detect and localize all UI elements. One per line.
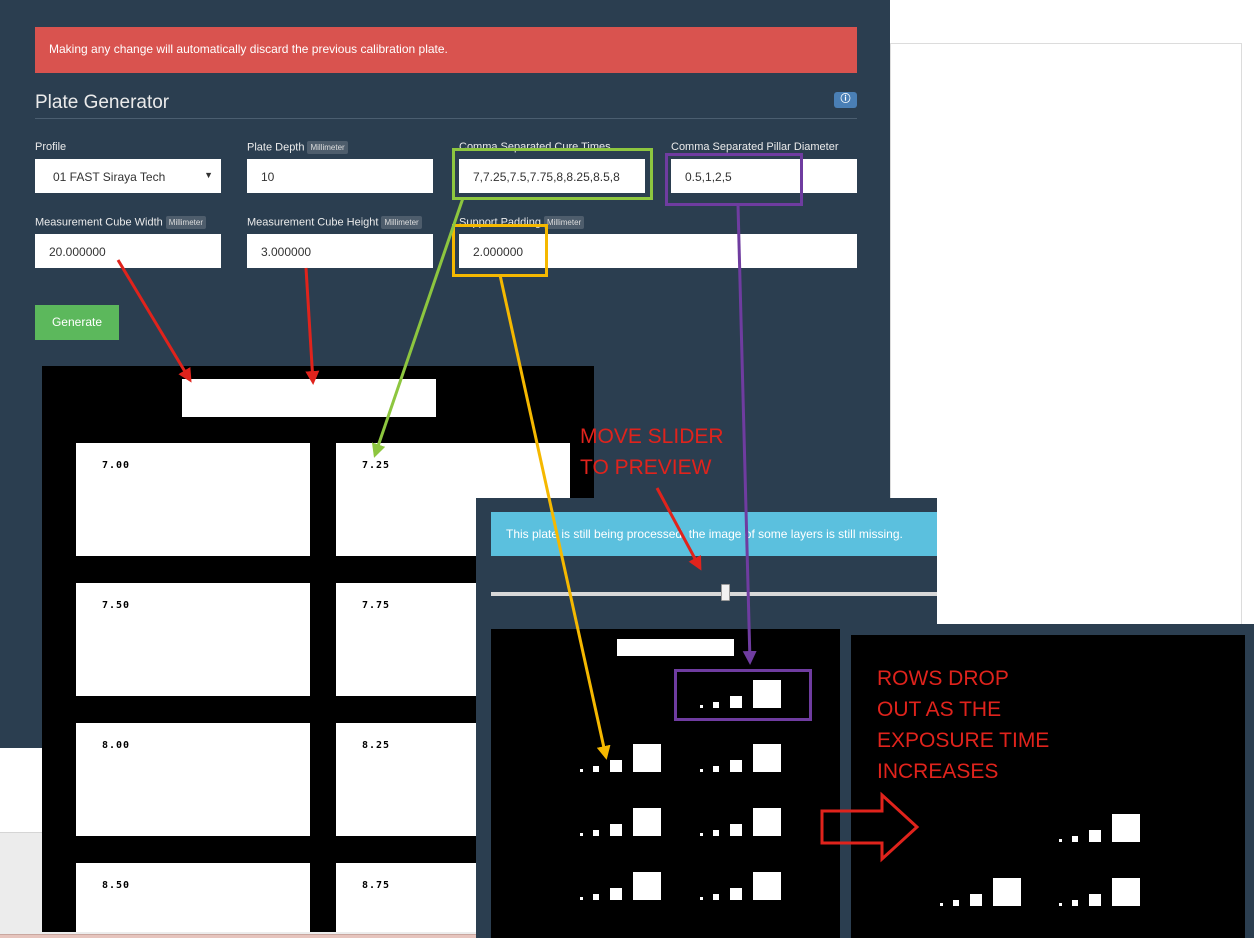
annotation-line: MOVE SLIDER: [580, 425, 724, 448]
pillar-row-highlight: [674, 669, 812, 721]
annotation-line: EXPOSURE TIME: [877, 729, 1050, 752]
cube-height-label-text: Measurement Cube Height: [247, 216, 379, 229]
pillar: [633, 744, 661, 772]
pillar: [700, 897, 703, 900]
pillar: [580, 833, 583, 836]
pillar: [1089, 830, 1101, 842]
plate-depth-input[interactable]: 10: [247, 159, 433, 193]
processing-alert: This plate is still being processed, the…: [491, 512, 937, 556]
pillar: [1072, 900, 1078, 906]
pillar: [713, 766, 719, 772]
plate-depth-unit-badge: Millimeter: [307, 141, 348, 154]
pillar: [753, 744, 781, 772]
cube-label: 7.00: [102, 460, 131, 471]
plate-depth-label: Plate Depth Millimeter: [247, 141, 348, 154]
move-slider-annotation: MOVE SLIDER TO PREVIEW: [580, 421, 724, 483]
cube-label: 7.75: [362, 600, 391, 611]
pillar: [713, 830, 719, 836]
cube-width-label: Measurement Cube Width Millimeter: [35, 216, 207, 229]
title-divider: [35, 118, 857, 119]
pillar-diameter-highlight: [665, 153, 803, 206]
cube-label: 7.50: [102, 600, 131, 611]
pillar: [730, 760, 742, 772]
pillar: [610, 888, 622, 900]
cube-height-input[interactable]: 3.000000: [247, 234, 433, 268]
cube-width-label-text: Measurement Cube Width: [35, 216, 163, 229]
pillar: [993, 878, 1021, 906]
cube-height-label: Measurement Cube Height Millimeter: [247, 216, 422, 229]
pillar: [580, 769, 583, 772]
pillar: [1112, 878, 1140, 906]
pillar: [610, 760, 622, 772]
support-padding-highlight: [452, 224, 548, 277]
cube-7-00: 7.00: [76, 443, 310, 556]
screenshot-canvas: Making any change will automatically dis…: [0, 0, 1254, 938]
layer-slider-track[interactable]: [491, 592, 937, 596]
cube-label: 8.75: [362, 880, 391, 891]
cube-label: 8.00: [102, 740, 131, 751]
pillar: [700, 769, 703, 772]
pillar: [970, 894, 982, 906]
pillar: [700, 833, 703, 836]
right-content-card: [890, 43, 1242, 663]
plate-depth-label-text: Plate Depth: [247, 141, 305, 154]
pillar: [940, 903, 943, 906]
pillar: [580, 897, 583, 900]
cube-width-unit-badge: Millimeter: [165, 216, 207, 229]
annotation-line: OUT AS THE: [877, 698, 1002, 721]
pillar: [1112, 814, 1140, 842]
pillar: [730, 824, 742, 836]
pillar: [753, 808, 781, 836]
pillar: [730, 888, 742, 900]
pillar: [633, 808, 661, 836]
cube-label: 8.25: [362, 740, 391, 751]
cube-7-50: 7.50: [76, 583, 310, 696]
plate-top-bar: [617, 639, 734, 656]
profile-label: Profile: [35, 141, 67, 153]
cube-8-00: 8.00: [76, 723, 310, 836]
pillar-diameter-label: Comma Separated Pillar Diameter: [671, 141, 839, 153]
pillar: [610, 824, 622, 836]
select-caret-icon: ▼: [204, 170, 213, 180]
pillar: [593, 894, 599, 900]
profile-selected-value: 01 FAST Siraya Tech: [53, 170, 166, 184]
cube-label: 7.25: [362, 460, 391, 471]
profile-select[interactable]: 01 FAST Siraya Tech ▼: [35, 159, 221, 193]
annotation-line: INCREASES: [877, 760, 999, 783]
pillar: [713, 894, 719, 900]
cube-height-unit-badge: Millimeter: [381, 216, 422, 229]
discard-warning-alert: Making any change will automatically dis…: [35, 27, 857, 73]
cube-8-50: 8.50: [76, 863, 310, 932]
cube-width-input[interactable]: 20.000000: [35, 234, 221, 268]
plate-top-bar: [182, 379, 436, 417]
pillar: [593, 830, 599, 836]
pillar: [753, 872, 781, 900]
pillar: [953, 900, 959, 906]
pillar: [593, 766, 599, 772]
plate-generator-title: Plate Generator: [35, 92, 170, 113]
support-padding-unit-badge: Millimeter: [543, 216, 585, 229]
pillar: [1059, 839, 1062, 842]
generate-button[interactable]: Generate: [35, 305, 119, 340]
pillar: [1089, 894, 1101, 906]
pillar: [1072, 836, 1078, 842]
annotation-line: ROWS DROP: [877, 667, 1009, 690]
annotation-line: TO PREVIEW: [580, 456, 712, 479]
pillar: [633, 872, 661, 900]
pillar: [1059, 903, 1062, 906]
cure-times-highlight: [452, 148, 653, 200]
rows-drop-annotation: ROWS DROP OUT AS THE EXPOSURE TIME INCRE…: [877, 663, 1049, 787]
cube-label: 8.50: [102, 880, 131, 891]
layer-slider-handle[interactable]: [720, 584, 730, 601]
info-icon[interactable]: ⓘ: [834, 92, 857, 108]
